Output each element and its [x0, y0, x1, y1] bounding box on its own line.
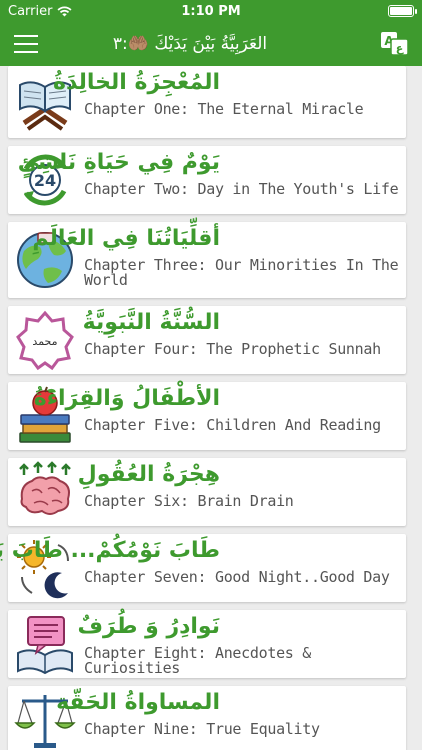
- chapter-card-1[interactable]: المُعْجِزَةُ الخالِدَةُ Chapter One: The…: [8, 66, 406, 138]
- chapter-title-arabic: الأطْفَالُ وَالقِرَاءَةُ: [33, 386, 220, 411]
- chapter-title-english: Chapter Five: Children And Reading: [84, 416, 381, 434]
- chapter-title-arabic: هِجْرَةُ العُقُولِ: [77, 462, 220, 487]
- badge-text: محمد: [32, 335, 57, 348]
- svg-text:ع: ع: [396, 42, 404, 55]
- chapter-title-arabic: نَوادِرُ وَ طُرَفٌ: [77, 614, 220, 639]
- chapter-title-english: Chapter Three: Our Minorities In The Wor…: [84, 256, 399, 289]
- wifi-icon: [57, 6, 72, 16]
- brain-with-arrows-icon: [12, 459, 78, 525]
- chapter-card-2[interactable]: 24 يَوْمٌ فِي حَيَاةِ نَاشِئٍ Chapter Tw…: [8, 146, 406, 214]
- translate-icon[interactable]: A ع: [368, 22, 422, 66]
- chapter-list: المُعْجِزَةُ الخالِدَةُ Chapter One: The…: [0, 66, 422, 750]
- chapter-title-english: Chapter Six: Brain Drain: [84, 492, 294, 510]
- carrier-label: Carrier: [8, 3, 53, 19]
- chapter-card-5[interactable]: الأطْفَالُ وَالقِرَاءَةُ Chapter Five: C…: [8, 382, 406, 450]
- chapter-title-arabic: المُعْجِزَةُ الخالِدَةُ: [52, 70, 220, 95]
- chapter-title-arabic: أقلِّيَاتُنَا فِي العَالَمِ: [32, 226, 220, 251]
- battery-icon: [388, 5, 417, 17]
- chapter-title-arabic: يَوْمٌ فِي حَيَاةِ نَاشِئٍ: [17, 150, 220, 175]
- chapter-card-7[interactable]: طَابَ نَوْمُكُمْ... طَابَ يَوْمُكُمْ Cha…: [0, 534, 406, 602]
- open-book-with-speech-bubble-icon: [12, 611, 78, 677]
- navigation-bar: العَرَبِيَّةُ بَيْنَ يَدَيْكَ 🤲🏽:٣ A ع: [0, 22, 422, 66]
- status-left: Carrier: [8, 4, 72, 19]
- chapter-title-english: Chapter Four: The Prophetic Sunnah: [84, 340, 381, 358]
- chapter-card-4[interactable]: محمد السُّنَّةُ النَّبَوِيَّةُ Chapter F…: [8, 306, 406, 374]
- chapter-title-arabic: طَابَ نَوْمُكُمْ... طَابَ يَوْمُكُمْ: [0, 538, 220, 563]
- chapter-card-9[interactable]: المساواةُ الحَقّة Chapter Nine: True Equ…: [8, 686, 406, 750]
- chapter-title-english: Chapter Nine: True Equality: [84, 720, 320, 738]
- chapter-card-8[interactable]: نَوادِرُ وَ طُرَفٌ Chapter Eight: Anecdo…: [8, 610, 406, 678]
- chapter-card-3[interactable]: أقلِّيَاتُنَا فِي العَالَمِ Chapter Thre…: [8, 222, 406, 298]
- nav-title: العَرَبِيَّةُ بَيْنَ يَدَيْكَ 🤲🏽:٣: [112, 34, 268, 54]
- muhammad-star-badge-icon: محمد: [12, 307, 78, 373]
- chapter-card-6[interactable]: هِجْرَةُ العُقُولِ Chapter Six: Brain Dr…: [8, 458, 406, 526]
- chapter-title-english: Chapter Seven: Good Night..Good Day: [84, 568, 390, 586]
- chapter-title-arabic: المساواةُ الحَقّة: [56, 690, 220, 715]
- hamburger-menu-icon[interactable]: [0, 22, 52, 66]
- battery-level: [390, 7, 412, 15]
- chapter-title-english: Chapter One: The Eternal Miracle: [84, 100, 364, 118]
- chapter-title-arabic: السُّنَّةُ النَّبَوِيَّةُ: [82, 310, 220, 335]
- chapter-title-english: Chapter Two: Day in The Youth's Life: [84, 180, 399, 198]
- status-bar: Carrier 1:10 PM: [0, 0, 422, 22]
- chapter-title-english: Chapter Eight: Anecdotes & Curiosities: [84, 644, 312, 677]
